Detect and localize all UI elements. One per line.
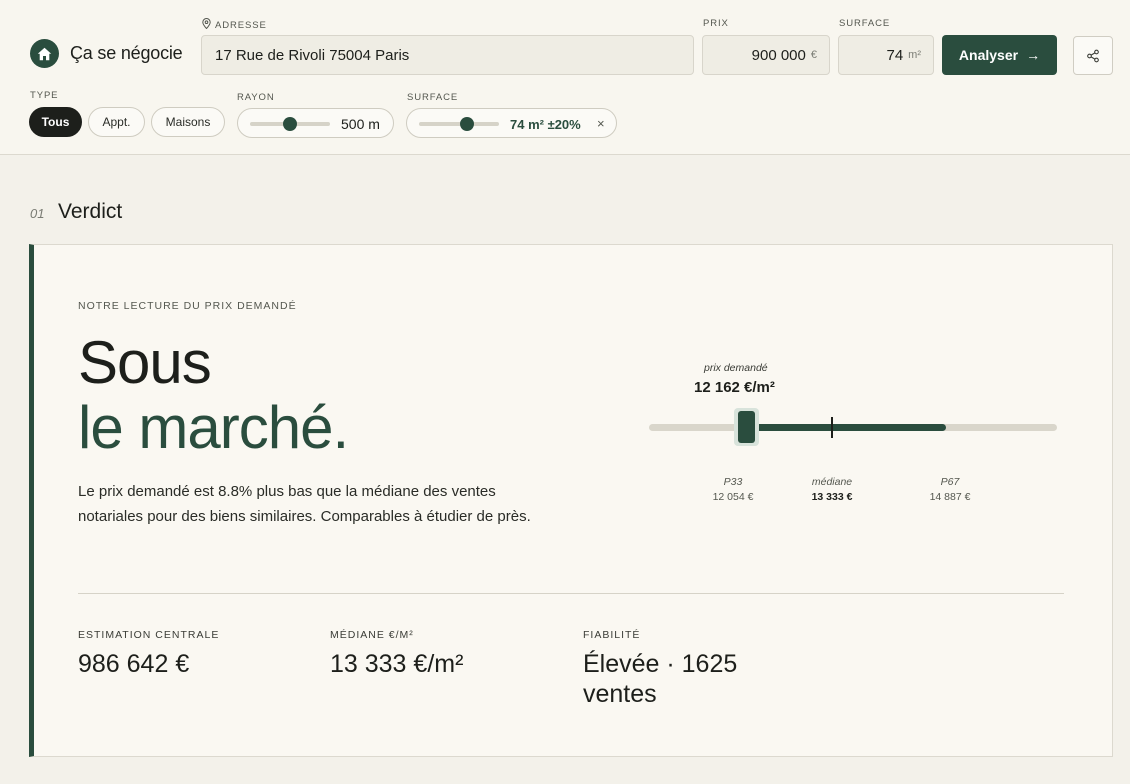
- share-icon: [1087, 49, 1099, 62]
- stat-reliability-label: FIABILITÉ: [583, 629, 641, 641]
- tick-median: médiane 13 333 €: [792, 476, 872, 503]
- share-button[interactable]: [1073, 36, 1113, 75]
- price-value: 900 000: [751, 46, 806, 64]
- address-label: ADRESSE: [202, 18, 267, 31]
- top-bar: Ça se négocie ADRESSE 17 Rue de Rivoli 7…: [0, 0, 1130, 155]
- stat-median-value: 13 333 €/m²: [330, 650, 464, 678]
- rayon-label: RAYON: [237, 92, 275, 103]
- tick-p67: P67 14 887 €: [910, 476, 990, 503]
- stat-median-label: MÉDIANE €/M²: [330, 629, 414, 641]
- verdict-headline-line1: Sous: [78, 329, 212, 396]
- analyse-label: Analyser: [958, 47, 1019, 63]
- type-label: TYPE: [30, 90, 59, 101]
- price-input[interactable]: 900 000 €: [702, 35, 830, 75]
- analyse-button[interactable]: Analyser →: [942, 35, 1057, 75]
- tick-p33-name: P33: [723, 476, 743, 488]
- surface-slider[interactable]: 74 m² ±20% ×: [406, 108, 617, 138]
- tick-p67-name: P67: [940, 476, 960, 488]
- surface-label: SURFACE: [839, 18, 891, 29]
- stats-divider: [78, 593, 1064, 594]
- home-icon: [30, 39, 59, 68]
- location-pin-icon: [202, 18, 211, 30]
- stat-reliability-value: Élevée · 1625 ventes: [583, 650, 738, 708]
- type-chip-appt[interactable]: Appt.: [88, 107, 145, 137]
- verdict-card: NOTRE LECTURE DU PRIX DEMANDÉ Sous le ma…: [29, 244, 1113, 757]
- verdict-kicker: NOTRE LECTURE DU PRIX DEMANDÉ: [78, 300, 297, 312]
- tick-p67-value: 14 887 €: [929, 491, 971, 503]
- rayon-slider[interactable]: 500 m: [237, 108, 394, 138]
- surface-filter-label: SURFACE: [407, 92, 459, 103]
- clear-surface-icon[interactable]: ×: [597, 116, 605, 131]
- surface-filter-value: 74 m² ±20%: [510, 117, 581, 132]
- type-chip-maisons[interactable]: Maisons: [151, 107, 225, 137]
- tick-p33-value: 12 054 €: [712, 491, 754, 503]
- address-value: 17 Rue de Rivoli 75004 Paris: [215, 46, 410, 64]
- surface-unit: m²: [908, 49, 921, 61]
- verdict-headline-line2: le marché.: [78, 394, 349, 461]
- surface-value: 74: [886, 46, 904, 64]
- stat-estimation-value: 986 642 €: [78, 650, 190, 678]
- price-range-fill: [744, 424, 946, 431]
- brand[interactable]: Ça se négocie: [30, 39, 183, 68]
- surface-input[interactable]: 74 m²: [838, 35, 934, 75]
- arrow-right-icon: →: [1026, 47, 1041, 63]
- section-title: Verdict: [58, 200, 123, 223]
- price-label: PRIX: [703, 18, 729, 29]
- asked-price-value: 12 162 €/m²: [694, 379, 775, 396]
- address-input[interactable]: 17 Rue de Rivoli 75004 Paris: [201, 35, 694, 75]
- tick-median-value: 13 333 €: [811, 491, 853, 503]
- tick-median-name: médiane: [811, 476, 853, 488]
- surface-slider-track: [419, 122, 499, 126]
- rayon-value: 500 m: [341, 116, 380, 132]
- rayon-slider-knob[interactable]: [283, 117, 297, 131]
- price-unit: €: [810, 49, 817, 61]
- surface-slider-knob[interactable]: [460, 117, 474, 131]
- stat-estimation-label: ESTIMATION CENTRALE: [78, 629, 220, 641]
- section-number: 01: [30, 206, 45, 221]
- tick-p33: P33 12 054 €: [693, 476, 773, 503]
- brand-name: Ça se négocie: [70, 43, 183, 63]
- asked-price-label: prix demandé: [704, 362, 768, 374]
- asked-price-marker: [738, 411, 755, 443]
- median-marker: [831, 417, 833, 438]
- verdict-description: Le prix demandé est 8.8% plus bas que la…: [78, 483, 531, 525]
- type-chip-tous[interactable]: Tous: [29, 107, 82, 137]
